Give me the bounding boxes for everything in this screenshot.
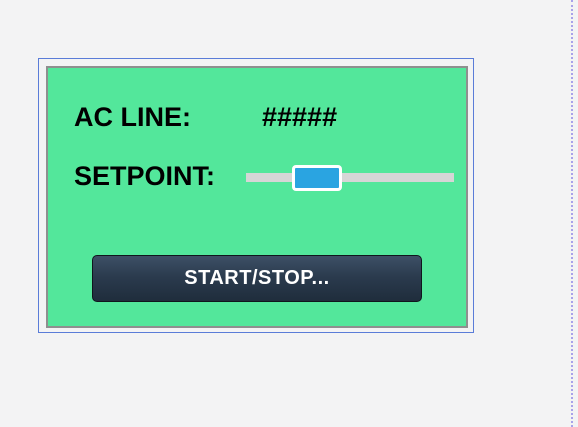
setpoint-slider[interactable] bbox=[246, 164, 454, 192]
start-stop-button[interactable]: START/STOP... bbox=[92, 255, 422, 302]
ac-line-value: ##### bbox=[262, 102, 338, 132]
ac-line-label: AC LINE: bbox=[74, 102, 191, 132]
slider-thumb[interactable] bbox=[292, 165, 342, 191]
slider-track[interactable] bbox=[246, 173, 454, 182]
setpoint-label: SETPOINT: bbox=[74, 161, 216, 191]
layout-guide-line bbox=[571, 0, 573, 427]
